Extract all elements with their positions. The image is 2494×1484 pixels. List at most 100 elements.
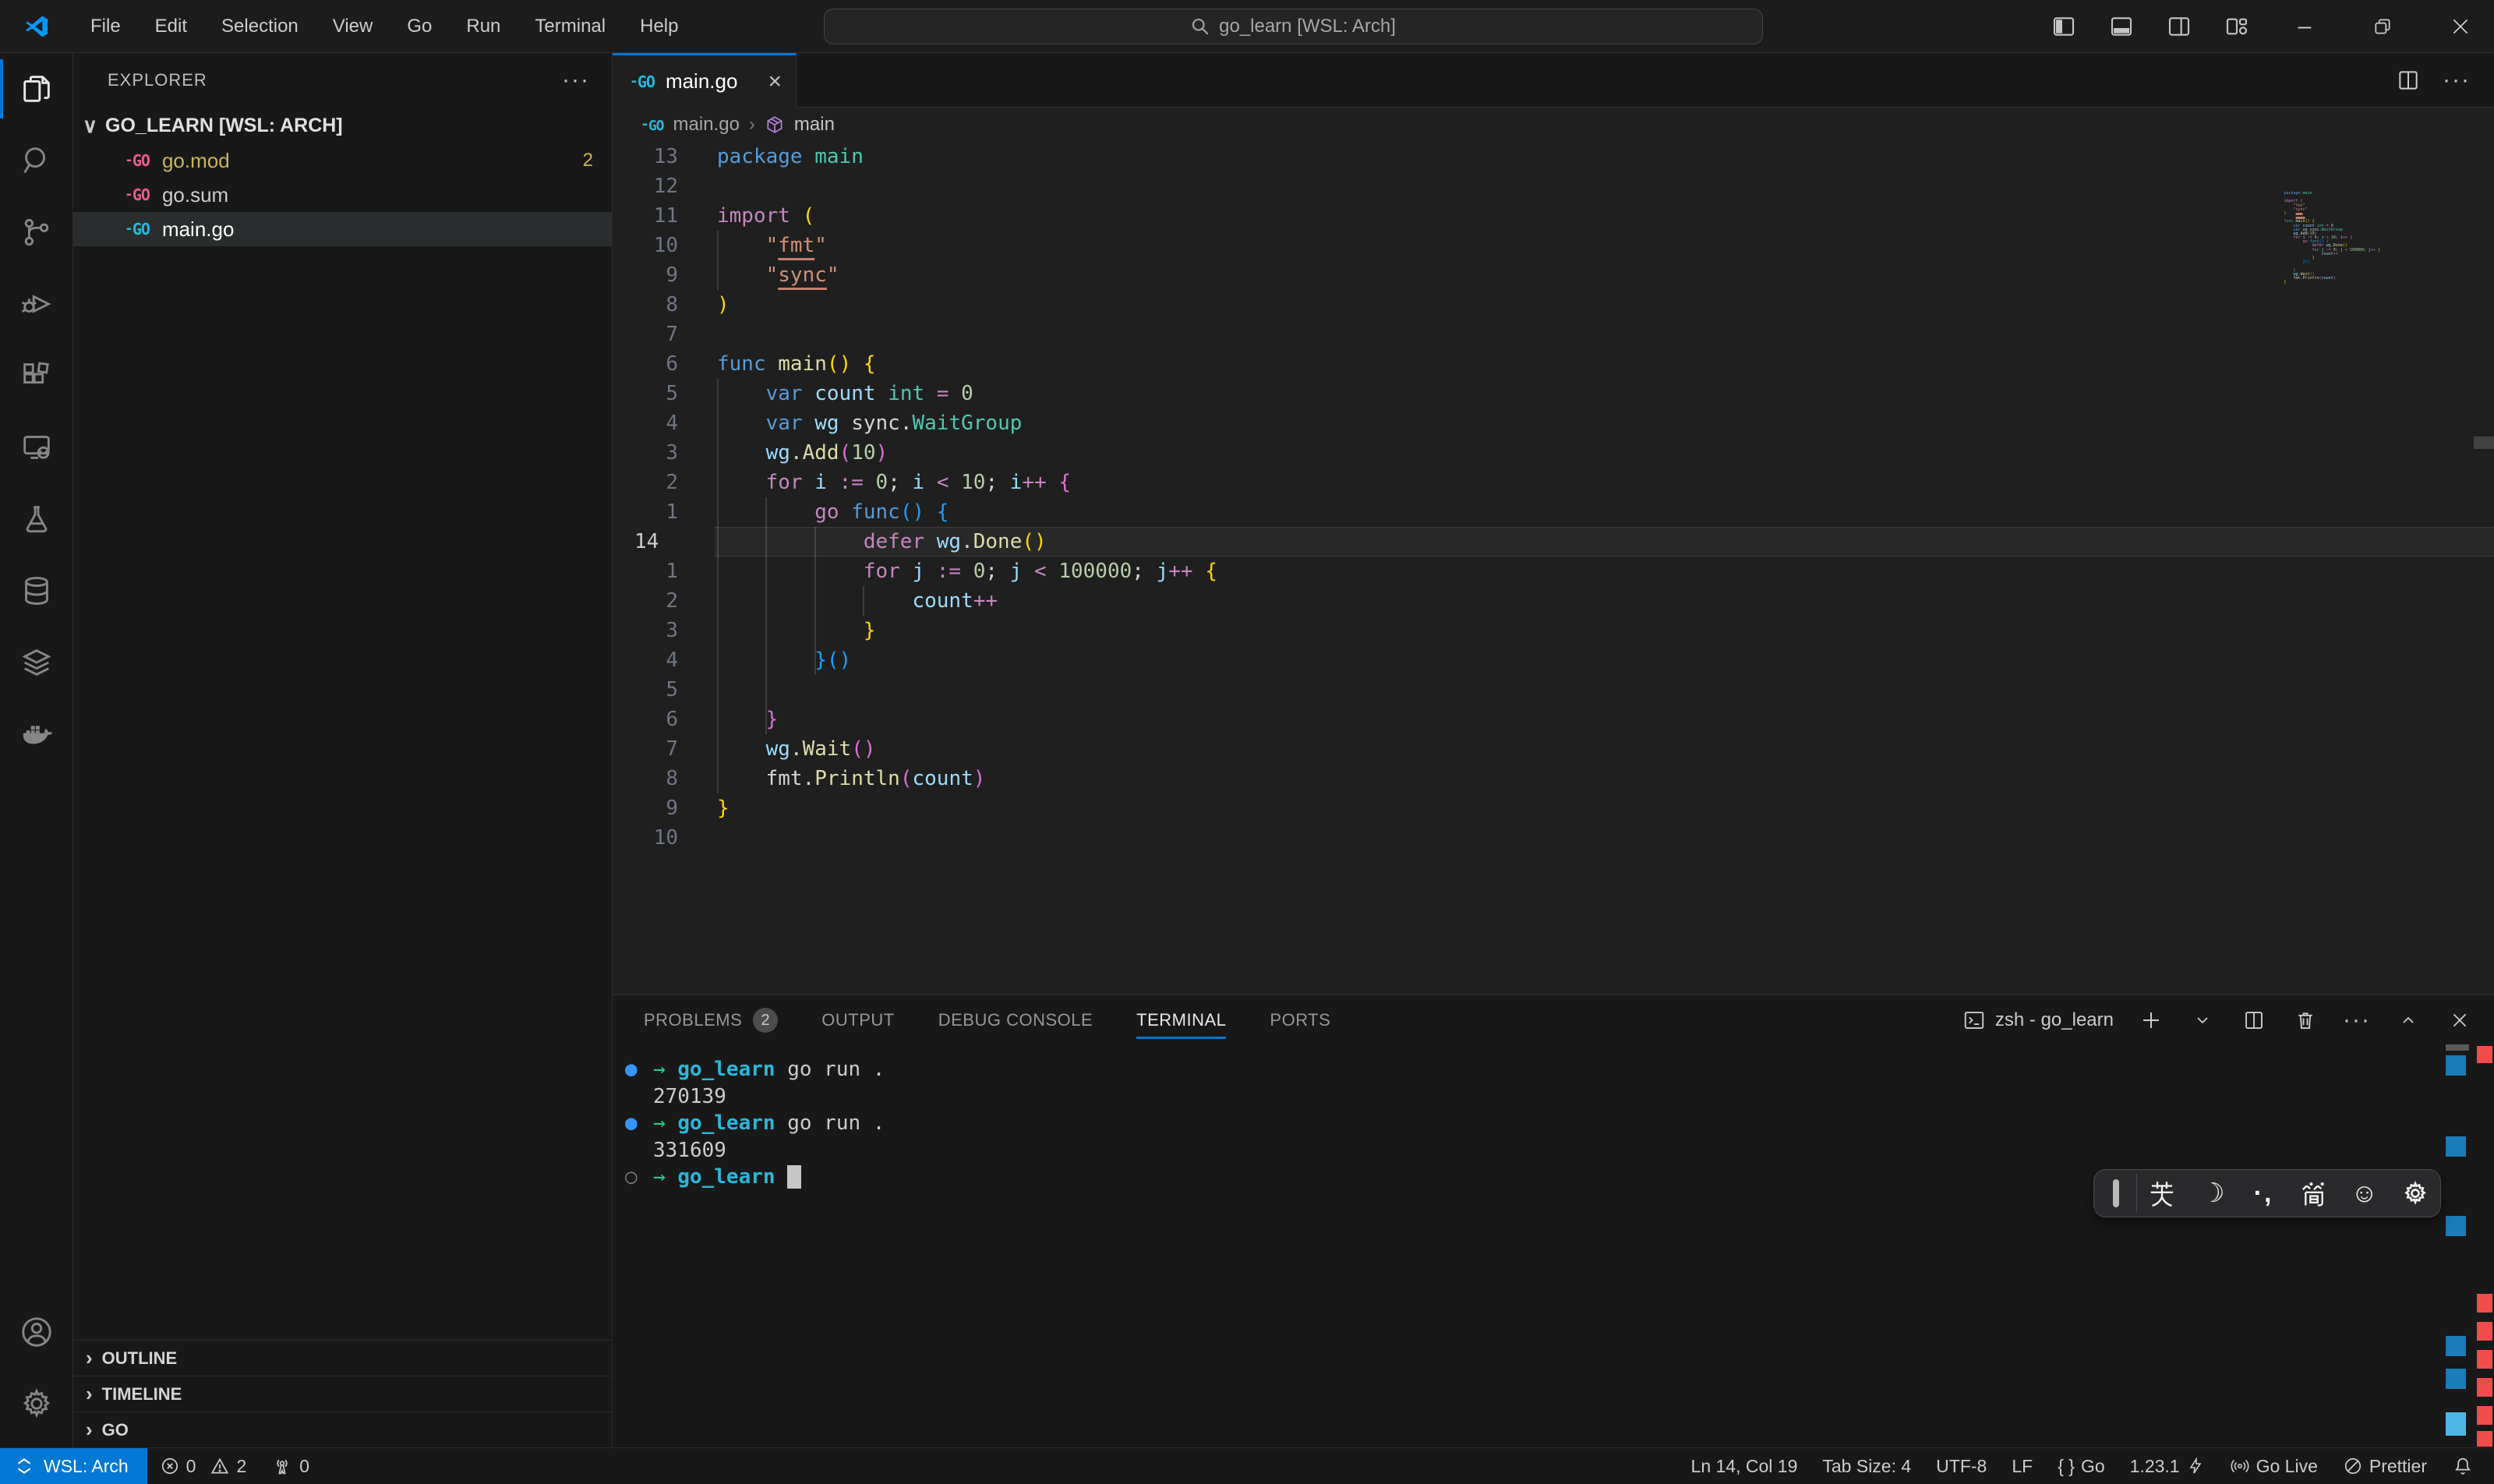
- new-terminal-icon[interactable]: [2137, 1006, 2165, 1034]
- source-control-icon[interactable]: [0, 196, 73, 268]
- section-timeline[interactable]: ›TIMELINE: [73, 1376, 612, 1412]
- breadcrumb-file[interactable]: main.go: [673, 114, 740, 136]
- panel-tab-output[interactable]: OUTPUT: [821, 995, 894, 1045]
- account-icon[interactable]: [0, 1296, 73, 1368]
- file-item-go.mod[interactable]: GOgo.mod2: [73, 143, 612, 178]
- extensions-icon[interactable]: [0, 340, 73, 412]
- menu-help[interactable]: Help: [626, 11, 692, 42]
- terminal-tab[interactable]: zsh - go_learn: [1962, 1009, 2114, 1032]
- run-debug-icon[interactable]: [0, 268, 73, 340]
- encoding[interactable]: UTF-8: [1923, 1448, 1999, 1484]
- database-icon[interactable]: [0, 555, 73, 627]
- toggle-sidebar-icon[interactable]: [2040, 3, 2087, 50]
- line-number: 7: [613, 320, 714, 349]
- ime-settings-gear-icon[interactable]: [2390, 1179, 2440, 1207]
- toggle-panel-icon[interactable]: [2098, 3, 2145, 50]
- command-center-search[interactable]: go_learn [WSL: Arch]: [824, 9, 1763, 44]
- file-item-go.sum[interactable]: GOgo.sum: [73, 178, 612, 212]
- ime-punctuation-mode[interactable]: ·,: [2238, 1178, 2289, 1209]
- section-outline[interactable]: ›OUTLINE: [73, 1340, 612, 1376]
- menu-terminal[interactable]: Terminal: [521, 11, 620, 42]
- search-icon[interactable]: [0, 125, 73, 196]
- ime-english-mode[interactable]: [2137, 1178, 2188, 1208]
- problem-count-badge: 2: [583, 150, 593, 171]
- settings-gear-icon[interactable]: [0, 1368, 73, 1440]
- cursor-position[interactable]: Ln 14, Col 19: [1679, 1448, 1810, 1484]
- tab-close-icon[interactable]: ×: [768, 69, 782, 95]
- layers-icon[interactable]: [0, 627, 73, 698]
- menu-run[interactable]: Run: [452, 11, 514, 42]
- ime-simplified-chinese[interactable]: [2288, 1178, 2339, 1208]
- window-restore-button[interactable]: [2349, 0, 2416, 53]
- tab-size[interactable]: Tab Size: 4: [1810, 1448, 1923, 1484]
- menu-go[interactable]: Go: [393, 11, 446, 42]
- notifications-bell-icon[interactable]: [2439, 1448, 2494, 1484]
- go-file-icon: GO: [630, 72, 655, 91]
- explorer-icon[interactable]: [0, 53, 73, 125]
- customize-layout-icon[interactable]: [2213, 3, 2260, 50]
- error-mark: [2477, 1322, 2492, 1341]
- go-version[interactable]: 1.23.1: [2118, 1448, 2217, 1484]
- ime-halfwidth-moon-icon[interactable]: ☾: [2188, 1178, 2238, 1209]
- panel-more-actions-icon[interactable]: ···: [2343, 1006, 2371, 1034]
- terminal-line: 270139: [625, 1083, 2494, 1111]
- menu-edit[interactable]: Edit: [141, 11, 201, 42]
- errors-count: 0: [186, 1456, 196, 1477]
- breadcrumb[interactable]: GO main.go › main: [613, 108, 2494, 142]
- folder-section-header[interactable]: ∨ GO_LEARN [WSL: ARCH]: [73, 108, 612, 143]
- eol-indicator[interactable]: LF: [1999, 1448, 2045, 1484]
- errors-icon: [160, 1456, 180, 1476]
- menu-view[interactable]: View: [319, 11, 387, 42]
- line-number: 1: [613, 556, 714, 586]
- split-editor-icon[interactable]: [2396, 68, 2421, 93]
- menu-file[interactable]: File: [76, 11, 135, 42]
- sidebar-title: EXPLORER: [108, 70, 207, 90]
- command-decoration-icon: ●: [625, 1110, 653, 1137]
- error-mark: [2477, 1350, 2492, 1369]
- code-line: for i := 0; i < 10; i++ {: [714, 468, 2494, 497]
- ime-toolbar[interactable]: ☾ ·, ☺: [2093, 1169, 2441, 1217]
- error-mark: [2477, 1406, 2492, 1425]
- panel-tab-ports[interactable]: PORTS: [1270, 995, 1330, 1045]
- docker-icon[interactable]: [0, 698, 73, 770]
- terminal-command-mark: [2446, 1369, 2466, 1389]
- editor-more-actions-icon[interactable]: ···: [2443, 67, 2471, 94]
- maximize-panel-icon[interactable]: [2394, 1006, 2422, 1034]
- panel-tab-terminal[interactable]: TERMINAL: [1136, 995, 1226, 1045]
- terminal-text: go_learn: [677, 1056, 775, 1083]
- section-go[interactable]: ›GO: [73, 1412, 612, 1447]
- remote-explorer-icon[interactable]: [0, 412, 73, 483]
- panel-tab-debug-console[interactable]: DEBUG CONSOLE: [938, 995, 1093, 1045]
- problems-status[interactable]: 0 2: [147, 1448, 260, 1484]
- ime-emoji-icon[interactable]: ☺: [2339, 1178, 2390, 1209]
- file-item-main.go[interactable]: GOmain.go: [73, 212, 612, 246]
- ports-status[interactable]: 0: [259, 1448, 322, 1484]
- tab-main-go[interactable]: GO main.go ×: [613, 53, 797, 108]
- split-terminal-icon[interactable]: [2240, 1006, 2268, 1034]
- breadcrumb-separator: ›: [749, 114, 755, 136]
- terminal-dropdown-icon[interactable]: [2188, 1006, 2217, 1034]
- kill-terminal-trash-icon[interactable]: [2291, 1006, 2319, 1034]
- window-minimize-button[interactable]: –: [2271, 0, 2338, 53]
- testing-icon[interactable]: [0, 483, 73, 555]
- panel-tab-problems[interactable]: PROBLEMS2: [644, 995, 778, 1045]
- line-number: 4: [613, 645, 714, 675]
- language-mode[interactable]: { }Go: [2045, 1448, 2117, 1484]
- explorer-more-actions-icon[interactable]: ···: [562, 67, 590, 94]
- breadcrumb-symbol[interactable]: main: [794, 114, 835, 136]
- window-close-button[interactable]: [2427, 0, 2494, 53]
- go-tools-icon: [2186, 1457, 2205, 1475]
- terminal-scrollbar-thumb[interactable]: [2446, 1044, 2469, 1051]
- editor-scrollbar-thumb[interactable]: [2474, 436, 2494, 449]
- prettier-status[interactable]: Prettier: [2330, 1448, 2439, 1484]
- remote-indicator[interactable]: WSL: Arch: [0, 1448, 147, 1484]
- code-line: }: [714, 705, 2494, 734]
- go-live-button[interactable]: Go Live: [2217, 1448, 2330, 1484]
- menu-selection[interactable]: Selection: [207, 11, 313, 42]
- minimap[interactable]: package mainimport ( "fmt" "sync")func m…: [2284, 192, 2380, 289]
- toggle-secondary-sidebar-icon[interactable]: [2156, 3, 2203, 50]
- line-number: 10: [613, 231, 714, 260]
- code-editor[interactable]: 131211109876543211412345678910 package m…: [613, 142, 2494, 995]
- close-panel-icon[interactable]: [2446, 1006, 2474, 1034]
- terminal-command-mark: [2446, 1336, 2466, 1356]
